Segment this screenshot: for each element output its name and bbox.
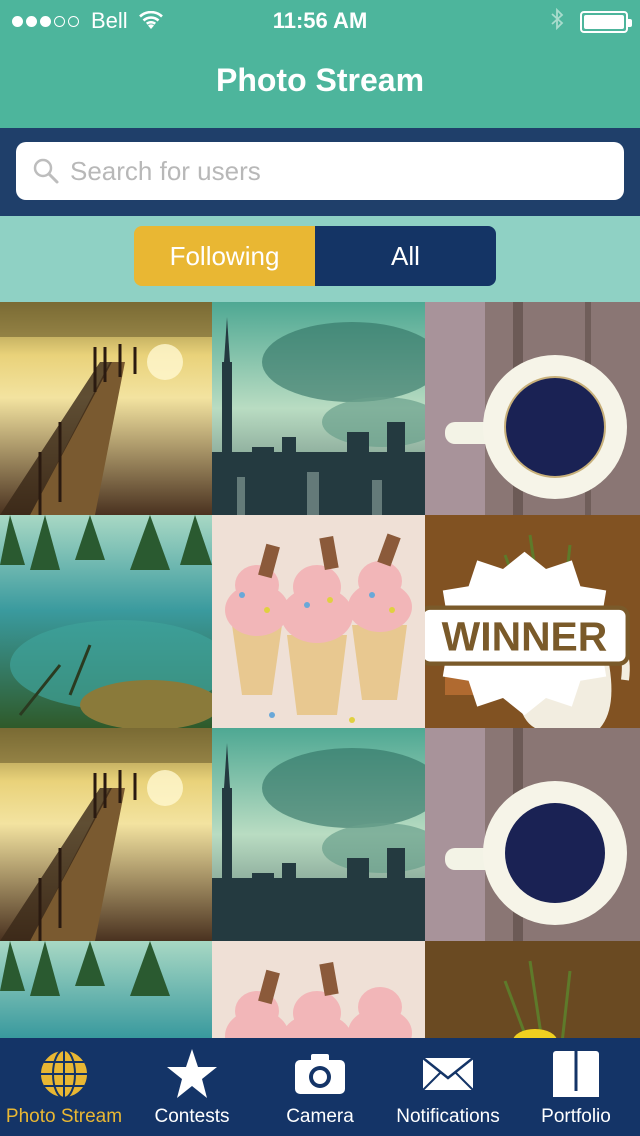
tab-label: Photo Stream — [5, 1106, 123, 1127]
search-icon — [33, 158, 59, 184]
photo-tile[interactable] — [425, 302, 640, 515]
pier-photo — [0, 302, 212, 515]
coffee-cup-photo — [425, 728, 640, 941]
tab-label: Camera — [286, 1106, 354, 1127]
segmented-control: Following All — [134, 226, 496, 286]
filter-bar: Following All — [0, 216, 640, 302]
tab-notifications[interactable]: Notifications — [384, 1038, 512, 1136]
winner-badge: WINNER — [425, 551, 630, 716]
tab-photo-stream[interactable]: Photo Stream — [0, 1038, 128, 1136]
search-bar-container — [0, 128, 640, 216]
photo-tile[interactable] — [0, 515, 212, 728]
star-icon — [167, 1049, 217, 1098]
photo-tile-winner[interactable]: WINNER — [425, 515, 640, 728]
tab-bar: Photo Stream Contests Camera Notificatio… — [0, 1038, 640, 1136]
daffodil-photo — [425, 941, 640, 1038]
coffee-cup-photo — [425, 302, 640, 515]
photo-tile[interactable] — [212, 941, 425, 1038]
book-icon — [553, 1051, 599, 1097]
envelope-icon — [422, 1057, 474, 1091]
tab-label: Portfolio — [541, 1106, 611, 1127]
photo-tile[interactable] — [0, 941, 212, 1038]
city-skyline-photo — [212, 302, 425, 515]
search-input[interactable] — [70, 155, 590, 187]
lake-forest-photo — [0, 515, 212, 728]
segment-following[interactable]: Following — [134, 226, 315, 286]
photo-grid: WINNER — [0, 302, 640, 1038]
tab-contests[interactable]: Contests — [128, 1038, 256, 1136]
ice-cream-photo — [212, 515, 425, 728]
tab-camera[interactable]: Camera — [256, 1038, 384, 1136]
winner-badge-text: WINNER — [442, 614, 608, 660]
segment-all[interactable]: All — [315, 226, 496, 286]
globe-icon — [39, 1049, 89, 1099]
search-box[interactable] — [16, 142, 624, 200]
clock: 11:56 AM — [272, 8, 368, 33]
status-right — [550, 7, 632, 36]
status-bar: Bell 11:56 AM — [0, 0, 640, 40]
header: Bell 11:56 AM Photo Stream — [0, 0, 640, 128]
tab-label: Notifications — [396, 1106, 500, 1127]
page-title: Photo Stream — [215, 62, 425, 98]
photo-tile[interactable] — [0, 728, 212, 941]
photo-tile[interactable] — [212, 728, 425, 941]
photo-tile[interactable] — [212, 302, 425, 515]
pier-photo — [0, 728, 212, 941]
city-skyline-photo — [212, 728, 425, 941]
photo-tile[interactable] — [212, 515, 425, 728]
ice-cream-photo — [212, 941, 425, 1038]
battery-icon — [580, 11, 632, 33]
tab-label: Contests — [154, 1106, 230, 1127]
camera-icon — [295, 1054, 345, 1094]
photo-tile[interactable] — [425, 728, 640, 941]
battery-fill — [584, 15, 624, 29]
bluetooth-icon — [550, 7, 564, 36]
lake-forest-photo — [0, 941, 212, 1038]
tab-portfolio[interactable]: Portfolio — [512, 1038, 640, 1136]
photo-tile[interactable] — [425, 941, 640, 1038]
photo-tile[interactable] — [0, 302, 212, 515]
